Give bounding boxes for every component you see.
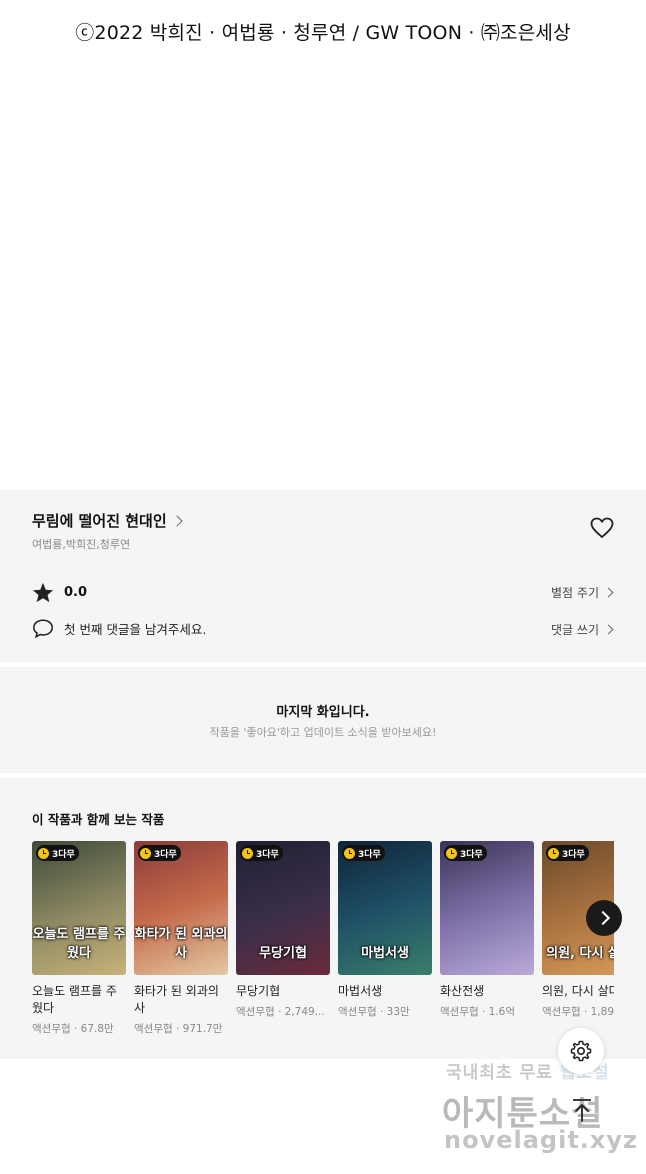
cover-thumbnail: 3다무 마법서생 xyxy=(338,841,432,975)
free-badge: 3다무 xyxy=(444,845,487,861)
heart-icon[interactable] xyxy=(590,517,614,539)
recommendation-title: 이 작품과 함께 보는 작품 xyxy=(32,812,165,827)
card-meta: 액션무협 · 1,897... xyxy=(542,1006,614,1018)
comment-prompt-text: 첫 번째 댓글을 남겨주세요. xyxy=(64,622,207,637)
copyright-notice: ⓒ2022 박희진 · 여법룡 · 청루연 / GW TOON · ㈜조은세상 xyxy=(75,22,571,44)
recommend-card[interactable]: 3다무 무당기협 무당기협 액션무협 · 2,749... xyxy=(236,841,330,1019)
write-comment-label: 댓글 쓰기 xyxy=(551,623,599,637)
cover-thumbnail: 3다무 무당기협 xyxy=(236,841,330,975)
carousel-next-button[interactable] xyxy=(586,900,622,936)
free-badge: 3다무 xyxy=(36,845,79,861)
card-title: 마법서생 xyxy=(338,984,383,998)
write-comment-button[interactable]: 댓글 쓰기 xyxy=(551,621,614,638)
card-title: 오늘도 램프를 주웠다 xyxy=(32,984,117,1015)
clock-icon xyxy=(446,847,457,859)
last-episode-title: 마지막 화입니다. xyxy=(276,705,370,720)
chevron-right-icon xyxy=(170,514,183,527)
recommendation-panel: 이 작품과 함께 보는 작품 3다무 오늘도 램프를 주웠다 오늘도 램프를 주… xyxy=(0,778,646,1059)
card-title: 의원, 다시 살다 xyxy=(542,984,614,998)
rating-display: 0.0 xyxy=(32,582,87,603)
recommend-card[interactable]: 3다무 화산전생 액션무협 · 1.6억 xyxy=(440,841,534,1019)
free-badge: 3다무 xyxy=(138,845,181,861)
clock-icon xyxy=(242,847,253,859)
free-badge: 3다무 xyxy=(240,845,283,861)
chevron-right-icon xyxy=(595,910,610,926)
rate-button-label: 별점 주기 xyxy=(551,586,599,600)
cover-title: 오늘도 램프를 주웠다 xyxy=(32,927,126,961)
card-meta: 액션무협 · 33만 xyxy=(338,1006,410,1018)
last-episode-subtitle: 작품을 '좋아요'하고 업데이트 소식을 받아보세요! xyxy=(209,726,437,739)
rate-button[interactable]: 별점 주기 xyxy=(551,584,614,601)
cover-title: 마법서생 xyxy=(361,946,409,961)
chevron-right-icon xyxy=(603,624,614,635)
card-meta: 액션무협 · 971.7만 xyxy=(134,1023,223,1035)
watermark-line3: novelagit.xyz xyxy=(444,1126,639,1154)
rating-value: 0.0 xyxy=(64,585,88,600)
chevron-right-icon xyxy=(603,587,614,598)
settings-button[interactable] xyxy=(558,1028,604,1074)
card-title: 무당기협 xyxy=(236,984,281,998)
cover-title: 화타가 된 외과의사 xyxy=(134,927,228,961)
card-title: 화산전생 xyxy=(440,984,485,998)
work-title-link[interactable]: 무림에 떨어진 현대인 xyxy=(32,510,183,531)
cover-title: 무당기협 xyxy=(259,946,307,961)
cover-thumbnail: 3다무 오늘도 램프를 주웠다 xyxy=(32,841,126,975)
recommend-card[interactable]: 3다무 오늘도 램프를 주웠다 오늘도 램프를 주웠다 액션무협 · 67.8만 xyxy=(32,841,126,1036)
episode-content-area xyxy=(0,60,646,490)
free-badge: 3다무 xyxy=(342,845,385,861)
work-title: 무림에 떨어진 현대인 xyxy=(32,512,167,530)
card-meta: 액션무협 · 2,749... xyxy=(236,1006,325,1018)
card-title: 화타가 된 외과의사 xyxy=(134,984,219,1015)
recommendation-carousel: 3다무 오늘도 램프를 주웠다 오늘도 램프를 주웠다 액션무협 · 67.8만… xyxy=(32,841,614,1051)
clock-icon xyxy=(548,847,559,859)
comment-icon xyxy=(33,619,53,639)
work-info-panel: 무림에 떨어진 현대인 여법룡,박희진,청루연 0.0 별점 주기 첫 번째 댓… xyxy=(0,490,646,662)
cover-title: 의원, 다시 살다 xyxy=(546,946,614,961)
last-episode-panel: 마지막 화입니다. 작품을 '좋아요'하고 업데이트 소식을 받아보세요! xyxy=(0,667,646,773)
settings-icon xyxy=(570,1040,592,1062)
comment-prompt-row: 첫 번째 댓글을 남겨주세요. xyxy=(32,618,206,639)
recommend-card[interactable]: 3다무 화타가 된 외과의사 화타가 된 외과의사 액션무협 · 971.7만 xyxy=(134,841,228,1036)
card-meta: 액션무협 · 67.8만 xyxy=(32,1023,114,1035)
card-meta: 액션무협 · 1.6억 xyxy=(440,1006,516,1018)
star-icon xyxy=(32,582,54,603)
scroll-to-top-button[interactable] xyxy=(568,1096,596,1124)
cover-thumbnail: 3다무 화타가 된 외과의사 xyxy=(134,841,228,975)
recommend-card[interactable]: 3다무 마법서생 마법서생 액션무협 · 33만 xyxy=(338,841,432,1019)
clock-icon xyxy=(38,847,49,859)
work-authors: 여법룡,박희진,청루연 xyxy=(32,538,131,551)
cover-thumbnail: 3다무 xyxy=(440,841,534,975)
watermark: 국내최초 무료 웹소설 아지툰소설 novelagit.xyz xyxy=(436,1058,639,1158)
clock-icon xyxy=(344,847,355,859)
free-badge: 3다무 xyxy=(546,845,589,861)
clock-icon xyxy=(140,847,151,859)
